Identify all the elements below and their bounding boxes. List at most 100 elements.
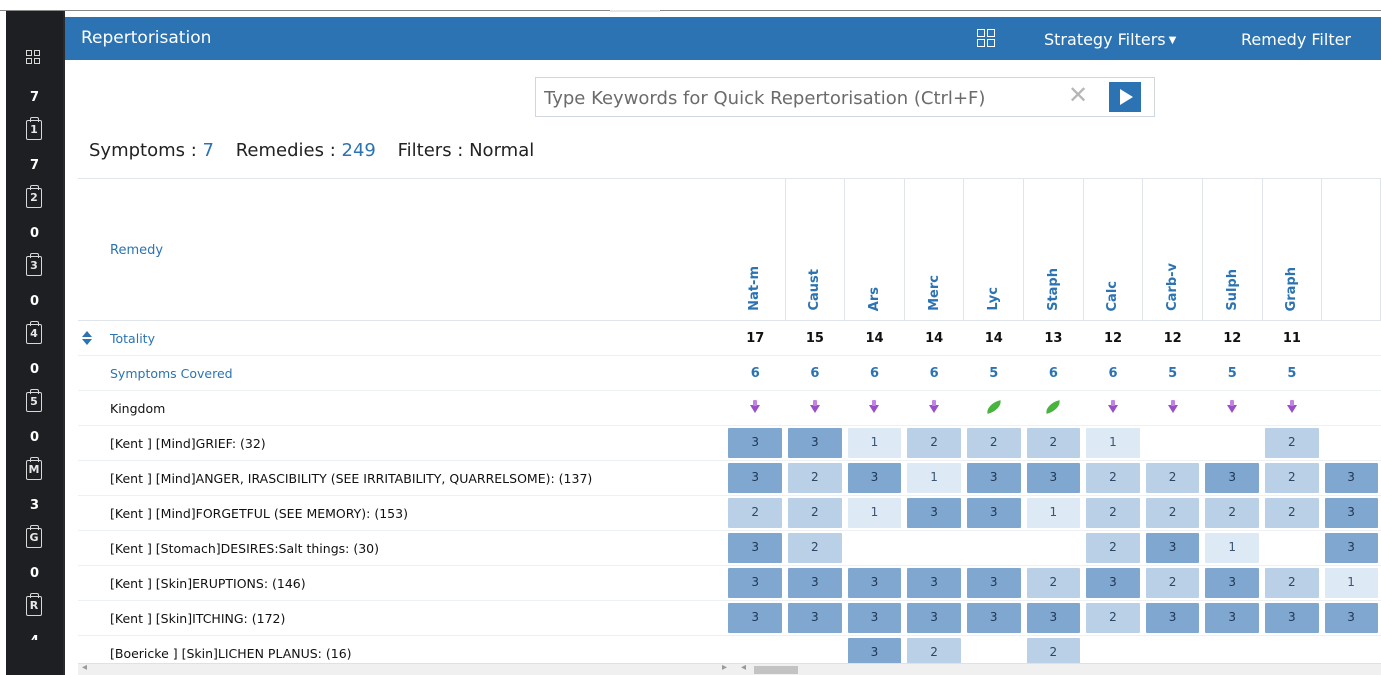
rubric-row[interactable]: [Kent ] [Stomach]DESIRES:Salt things: (3… [78,530,1381,566]
grade-cell[interactable]: 3 [844,600,905,636]
grade-cell[interactable] [785,635,845,664]
remedy-header[interactable]: Calc [1083,179,1144,321]
grade-cell[interactable] [1262,530,1322,566]
grade-cell[interactable]: 2 [1083,460,1143,496]
remedy-header[interactable]: Ars [844,179,905,321]
grade-cell[interactable] [963,530,1024,566]
grade-cell[interactable]: 3 [725,565,786,601]
grade-cell[interactable] [1142,425,1203,461]
grade-cell[interactable]: 3 [1321,460,1381,496]
clear-icon[interactable]: ✕ [1068,83,1088,109]
grade-cell[interactable]: 3 [785,565,845,601]
scroll-thumb[interactable] [754,666,798,674]
remedy-header[interactable]: Nat-m [725,179,786,321]
rubric-row[interactable]: [Kent ] [Skin]ITCHING: (172) 3 3 3 3 3 3 2 3 3 3 3 [78,600,1381,636]
grade-cell[interactable] [1202,425,1263,461]
grade-cell[interactable]: 3 [963,460,1024,496]
grid-icon[interactable] [26,50,42,66]
scroll-left-icon[interactable]: ◂ [82,662,87,673]
grade-cell[interactable]: 3 [725,530,786,566]
grade-cell[interactable]: 2 [1083,600,1143,636]
grade-cell[interactable]: 3 [1023,460,1084,496]
grade-cell[interactable]: 3 [904,565,964,601]
grade-cell[interactable]: 3 [1202,600,1263,636]
grade-cell[interactable]: 3 [1321,600,1381,636]
grade-cell[interactable] [1321,425,1381,461]
remedy-header[interactable]: Lyc [963,179,1025,321]
grade-cell[interactable]: 3 [963,495,1024,531]
grade-cell[interactable]: 2 [1262,425,1322,461]
clipboard-4-icon[interactable]: 4 [26,321,42,344]
grade-cell[interactable]: 2 [1142,565,1203,601]
grade-cell[interactable]: 3 [1083,565,1143,601]
grade-cell[interactable]: 2 [725,495,786,531]
remedy-header[interactable] [1321,179,1381,321]
grade-cell[interactable]: 2 [904,635,964,664]
grade-cell[interactable]: 1 [904,460,964,496]
grade-cell[interactable]: 2 [1142,460,1203,496]
clipboard-2-icon[interactable]: 2 [26,185,42,208]
clipboard-5-icon[interactable]: 5 [26,389,42,412]
rubric-row[interactable]: [Boericke ] [Skin]LICHEN PLANUS: (16) 3 2 2 [78,635,1381,664]
grade-cell[interactable]: 2 [785,460,845,496]
search-go-button[interactable] [1109,82,1141,112]
grade-cell[interactable]: 2 [1262,460,1322,496]
clipboard-g-icon[interactable]: G [26,525,42,548]
grade-cell[interactable] [963,635,1024,664]
remedy-header[interactable]: Sulph [1202,179,1263,321]
grade-cell[interactable]: 1 [844,495,905,531]
grade-cell[interactable]: 3 [725,460,786,496]
strategy-filters-menu[interactable]: Strategy Filters ▼ [1044,30,1176,49]
grade-cell[interactable] [904,530,964,566]
remedy-filter-menu[interactable]: Remedy Filter [1241,30,1351,49]
scroll-left-icon[interactable]: ◂ [741,662,746,673]
grade-cell[interactable] [1083,635,1143,664]
grade-cell[interactable] [844,530,905,566]
layout-grid-icon[interactable] [977,29,995,47]
grade-cell[interactable] [1023,530,1084,566]
search-input[interactable] [536,78,1066,118]
clipboard-3-icon[interactable]: 3 [26,253,42,276]
grade-cell[interactable]: 2 [904,425,964,461]
grade-cell[interactable]: 2 [1262,565,1322,601]
rubric-horizontal-scrollbar[interactable]: ◂ ▸ [78,662,738,675]
grade-cell[interactable]: 3 [844,565,905,601]
grade-cell[interactable] [725,635,786,664]
grade-cell[interactable]: 1 [1023,495,1084,531]
clipboard-r-icon[interactable]: R [26,593,42,616]
remedy-header[interactable]: Staph [1023,179,1084,321]
grade-cell[interactable]: 1 [1202,530,1263,566]
grade-cell[interactable] [1321,635,1381,664]
rubric-row[interactable]: [Kent ] [Mind]ANGER, IRASCIBILITY (SEE I… [78,460,1381,496]
grade-cell[interactable]: 3 [1321,530,1381,566]
grade-cell[interactable]: 2 [1202,495,1263,531]
grade-cell[interactable]: 3 [1142,600,1203,636]
clipboard-m-icon[interactable]: M [26,457,42,480]
remedy-header[interactable]: Merc [904,179,965,321]
grade-cell[interactable]: 3 [1023,600,1084,636]
remedy-horizontal-scrollbar[interactable]: ◂ [738,662,1381,675]
grade-cell[interactable] [1262,635,1322,664]
grade-cell[interactable]: 2 [1023,565,1084,601]
grade-cell[interactable]: 2 [1083,530,1143,566]
clipboard-1-icon[interactable]: 1 [26,117,42,140]
rubric-row[interactable]: [Kent ] [Mind]GRIEF: (32) 3 3 1 2 2 2 1 2 [78,425,1381,461]
grade-cell[interactable]: 2 [785,530,845,566]
grade-cell[interactable]: 2 [1262,495,1322,531]
grade-cell[interactable]: 2 [1023,425,1084,461]
sort-toggle-icon[interactable] [80,331,94,345]
grade-cell[interactable]: 3 [963,565,1024,601]
grade-cell[interactable]: 3 [904,600,964,636]
grade-cell[interactable]: 3 [844,460,905,496]
grade-cell[interactable]: 3 [785,600,845,636]
grade-cell[interactable]: 3 [844,635,905,664]
remedy-header[interactable]: Caust [785,179,846,321]
grade-cell[interactable]: 1 [844,425,905,461]
grade-cell[interactable]: 3 [1262,600,1322,636]
grade-cell[interactable]: 3 [1321,495,1381,531]
grade-cell[interactable]: 3 [963,600,1024,636]
grade-cell[interactable]: 2 [1023,635,1084,664]
grade-cell[interactable]: 1 [1083,425,1143,461]
scroll-right-icon[interactable]: ▸ [722,662,727,673]
grade-cell[interactable]: 2 [963,425,1024,461]
